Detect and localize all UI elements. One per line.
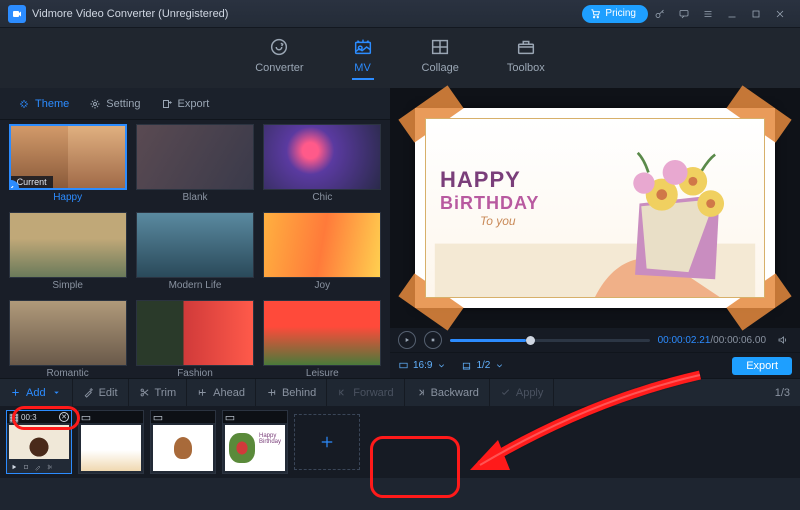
backward-button[interactable]: Backward: [405, 379, 490, 406]
clip-3[interactable]: ▭: [150, 410, 216, 474]
ahead-icon: [197, 387, 208, 398]
play-button[interactable]: [398, 331, 416, 349]
stop-button[interactable]: [424, 331, 442, 349]
clip-2[interactable]: ▭: [78, 410, 144, 474]
apply-button[interactable]: Apply: [490, 379, 555, 406]
tab-setting[interactable]: Setting: [79, 92, 150, 116]
export-icon: [161, 98, 173, 110]
wand-icon: [83, 387, 94, 398]
check-icon: [500, 387, 511, 398]
close-button[interactable]: [768, 2, 792, 26]
image-icon: ▭: [225, 412, 235, 422]
theme-happy[interactable]: Current Happy: [6, 124, 129, 210]
app-logo: [8, 5, 26, 23]
volume-icon[interactable]: [774, 328, 792, 352]
theme-fashion[interactable]: Fashion: [133, 300, 256, 378]
info-small-icon[interactable]: [22, 463, 30, 471]
nav-converter[interactable]: Converter: [255, 36, 303, 80]
film-icon: ▦: [9, 412, 19, 422]
image-icon: ▭: [81, 412, 91, 422]
page-indicator: 1/3: [765, 387, 800, 399]
gear-icon: [89, 98, 101, 110]
theme-chic[interactable]: Chic: [261, 124, 384, 210]
plus-icon: [10, 387, 21, 398]
clip-1[interactable]: ▦00:3✕: [6, 410, 72, 474]
caret-down-icon: [51, 387, 62, 398]
backward-icon: [415, 387, 426, 398]
remove-clip-icon[interactable]: ✕: [59, 412, 69, 422]
forward-button[interactable]: Forward: [327, 379, 404, 406]
theme-blank[interactable]: Blank: [133, 124, 256, 210]
mv-icon: [352, 36, 374, 58]
theme-grid: Current Happy Blank Chic Simple Modern L…: [0, 120, 390, 378]
converter-icon: [268, 36, 290, 58]
behind-icon: [266, 387, 277, 398]
export-button[interactable]: Export: [732, 357, 792, 375]
zoom-select[interactable]: 1/2: [461, 360, 505, 371]
add-clip-placeholder[interactable]: [294, 414, 360, 470]
nav-collage[interactable]: Collage: [422, 36, 459, 80]
trim-button[interactable]: Trim: [129, 379, 188, 406]
clip-4[interactable]: ▭ HappyBirthday: [222, 410, 288, 474]
theme-leisure[interactable]: Leisure: [261, 300, 384, 378]
toolbox-icon: [515, 36, 537, 58]
chevron-down-icon: [436, 360, 447, 371]
add-button[interactable]: Add: [0, 379, 73, 406]
nav-mv[interactable]: MV: [352, 36, 374, 80]
forward-icon: [337, 387, 348, 398]
seek-slider[interactable]: [450, 339, 650, 342]
trim-small-icon[interactable]: [46, 463, 54, 471]
tab-theme[interactable]: Theme: [8, 92, 79, 116]
aspect-ratio-select[interactable]: 16:9: [398, 360, 447, 371]
time-display: 00:00:02.21/00:00:06.00: [658, 335, 766, 346]
nav-toolbox[interactable]: Toolbox: [507, 36, 545, 80]
collage-icon: [429, 36, 451, 58]
edit-button[interactable]: Edit: [73, 379, 129, 406]
edit-small-icon[interactable]: [34, 463, 42, 471]
scissors-icon: [139, 387, 150, 398]
pricing-button[interactable]: Pricing: [582, 5, 648, 23]
sparkle-icon: [18, 98, 30, 110]
chevron-down-icon: [494, 360, 505, 371]
app-title: Vidmore Video Converter (Unregistered): [32, 8, 228, 20]
feedback-icon[interactable]: [672, 2, 696, 26]
key-icon[interactable]: [648, 2, 672, 26]
maximize-button[interactable]: [744, 2, 768, 26]
theme-romantic[interactable]: Romantic: [6, 300, 129, 378]
behind-button[interactable]: Behind: [256, 379, 327, 406]
ahead-button[interactable]: Ahead: [187, 379, 256, 406]
preview-area: HAPPY BiRTHDAY To you: [390, 88, 800, 328]
image-icon: ▭: [153, 412, 163, 422]
tab-export[interactable]: Export: [151, 92, 220, 116]
theme-modern-life[interactable]: Modern Life: [133, 212, 256, 298]
minimize-button[interactable]: [720, 2, 744, 26]
theme-simple[interactable]: Simple: [6, 212, 129, 298]
theme-joy[interactable]: Joy: [261, 212, 384, 298]
play-small-icon[interactable]: [10, 463, 18, 471]
menu-icon[interactable]: [696, 2, 720, 26]
